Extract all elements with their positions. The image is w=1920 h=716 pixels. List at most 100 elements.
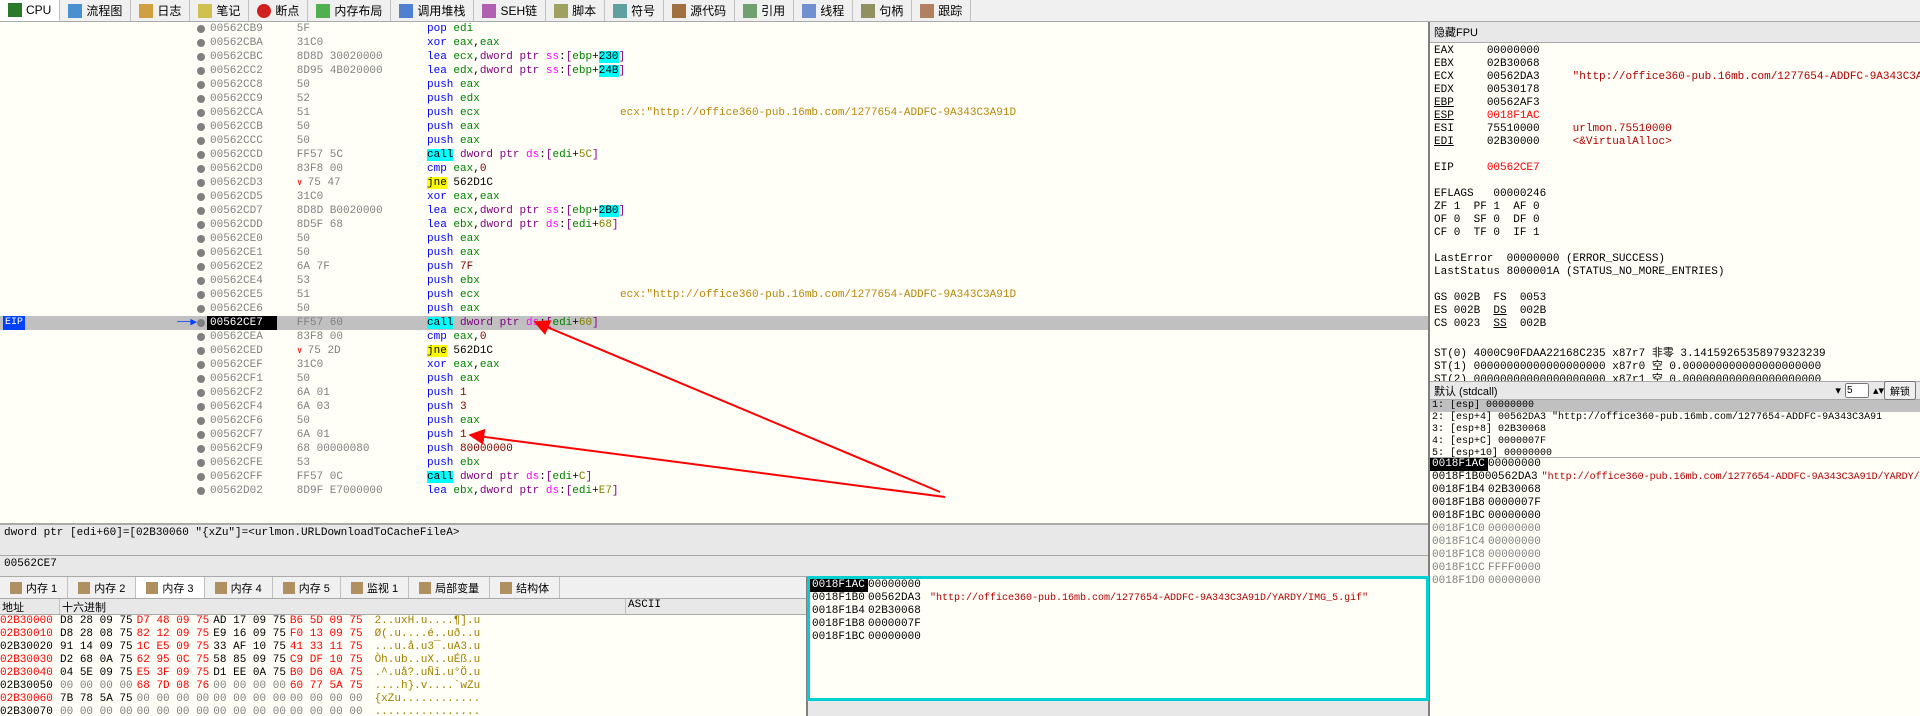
tab-flowchart[interactable]: 流程图 (60, 0, 131, 21)
stack-row[interactable]: 0018F1AC 00000000 (1430, 458, 1920, 471)
stack-row[interactable]: 0018F1C4 00000000 (1430, 536, 1920, 549)
unlock-button[interactable]: 解锁 (1884, 381, 1916, 400)
disasm-row[interactable]: 00562CF9 68 00000080 push 80000000 (0, 442, 1428, 456)
disasm-row[interactable]: 00562CFF FF57 0C call dword ptr ds:[edi+… (0, 470, 1428, 484)
tab-script[interactable]: 脚本 (546, 0, 605, 21)
breakpoint-dot[interactable] (197, 193, 205, 201)
stack-arg[interactable]: 5: [esp+10] 00000000 (1430, 448, 1920, 458)
stack-arg[interactable]: 3: [esp+8] 02B30068 (1430, 424, 1920, 436)
tab-notes[interactable]: 笔记 (190, 0, 249, 21)
disasm-row[interactable]: 00562CCC 50 push eax (0, 134, 1428, 148)
disassembly-panel[interactable]: 00562CB9 5F pop edi00562CBA 31C0 xor eax… (0, 22, 1428, 524)
breakpoint-dot[interactable] (197, 277, 205, 285)
tab-threads[interactable]: 线程 (794, 0, 853, 21)
tab-callstack[interactable]: 调用堆栈 (391, 0, 474, 21)
hex-row[interactable]: 02B3007000 00 00 0000 00 00 0000 00 00 0… (0, 706, 806, 716)
register-ebp[interactable]: EBP 00562AF3 (1434, 97, 1916, 110)
tab-cpu[interactable]: CPU (0, 0, 60, 21)
disasm-row[interactable]: 00562CB9 5F pop edi (0, 22, 1428, 36)
disasm-row[interactable]: 00562CE4 53 push ebx (0, 274, 1428, 288)
breakpoint-dot[interactable] (197, 235, 205, 243)
disasm-row[interactable]: 00562CF7 6A 01 push 1 (0, 428, 1428, 442)
disasm-row[interactable]: 00562D02 8D9F E7000000 lea ebx,dword ptr… (0, 484, 1428, 498)
disasm-row[interactable]: 00562CDD 8D5F 68 lea ebx,dword ptr ds:[e… (0, 218, 1428, 232)
disasm-row[interactable]: 00562CEF 31C0 xor eax,eax (0, 358, 1428, 372)
breakpoint-dot[interactable] (197, 165, 205, 173)
mem-tab-5[interactable]: 监视 1 (341, 577, 409, 598)
scrollbar[interactable] (808, 700, 1428, 716)
breakpoint-dot[interactable] (197, 53, 205, 61)
register-edi[interactable]: EDI 02B30000 <&VirtualAlloc> (1434, 136, 1916, 149)
mem-tab-2[interactable]: 内存 3 (136, 577, 204, 598)
breakpoint-dot[interactable] (197, 67, 205, 75)
disasm-row[interactable]: 00562CE1 50 push eax (0, 246, 1428, 260)
mem-tab-1[interactable]: 内存 2 (68, 577, 136, 598)
stack-row[interactable]: 0018F1C8 00000000 (1430, 549, 1920, 562)
registers-panel[interactable]: 隐藏FPU EAX 00000000EBX 02B30068ECX 00562D… (1430, 22, 1920, 382)
fpu-toggle[interactable]: 隐藏FPU (1430, 22, 1920, 43)
tab-trace[interactable]: 跟踪 (912, 0, 971, 21)
breakpoint-dot[interactable] (197, 403, 205, 411)
hex-row[interactable]: 02B3005000 00 00 0068 7D 08 7600 00 00 0… (0, 680, 806, 693)
disasm-row[interactable]: 00562CE6 50 push eax (0, 302, 1428, 316)
hex-dump[interactable]: 02B30000D8 28 09 75D7 48 09 75AD 17 09 7… (0, 615, 806, 716)
hex-row[interactable]: 02B30030D2 68 0A 7562 95 0C 7558 85 09 7… (0, 654, 806, 667)
tab-log[interactable]: 日志 (131, 0, 190, 21)
stack-arg[interactable]: 4: [esp+C] 0000007F (1430, 436, 1920, 448)
tab-memmap[interactable]: 内存布局 (308, 0, 391, 21)
register-eax[interactable]: EAX 00000000 (1434, 45, 1916, 58)
disasm-row[interactable]: 00562CBC 8D8D 30020000 lea ecx,dword ptr… (0, 50, 1428, 64)
disasm-row[interactable]: 00562CE2 6A 7F push 7F (0, 260, 1428, 274)
breakpoint-dot[interactable] (197, 39, 205, 47)
breakpoint-dot[interactable] (197, 417, 205, 425)
spinner-icon[interactable]: ▴▾ (1873, 384, 1884, 397)
tab-source[interactable]: 源代码 (664, 0, 735, 21)
breakpoint-dot[interactable] (197, 361, 205, 369)
hex-row[interactable]: 02B3004004 5E 09 75E5 3F 09 75D1 EE 0A 7… (0, 667, 806, 680)
breakpoint-dot[interactable] (197, 179, 205, 187)
breakpoint-dot[interactable] (197, 221, 205, 229)
hex-row[interactable]: 02B3002091 14 09 751C E5 09 7533 AF 10 7… (0, 641, 806, 654)
disasm-row[interactable]: 00562CBA 31C0 xor eax,eax (0, 36, 1428, 50)
breakpoint-dot[interactable] (197, 333, 205, 341)
stack-row[interactable]: 0018F1B4 02B30068 (1430, 484, 1920, 497)
breakpoint-dot[interactable] (197, 207, 205, 215)
breakpoint-dot[interactable] (197, 95, 205, 103)
hex-row[interactable]: 02B300607B 78 5A 7500 00 00 0000 00 00 0… (0, 693, 806, 706)
breakpoint-dot[interactable] (197, 123, 205, 131)
disasm-row[interactable]: 00562CCB 50 push eax (0, 120, 1428, 134)
breakpoint-dot[interactable] (197, 347, 205, 355)
disasm-row[interactable]: 00562CD7 8D8D B0020000 lea ecx,dword ptr… (0, 204, 1428, 218)
disasm-row[interactable]: 00562CED ∨ 75 2D jne 562D1C (0, 344, 1428, 358)
breakpoint-dot[interactable] (197, 291, 205, 299)
breakpoint-dot[interactable] (197, 305, 205, 313)
stack-row[interactable]: 0018F1B4 02B30068 (810, 605, 1426, 618)
register-ecx[interactable]: ECX 00562DA3 "http://office360-pub.16mb.… (1434, 71, 1916, 84)
disasm-row[interactable]: 00562CC8 50 push eax (0, 78, 1428, 92)
register-esi[interactable]: ESI 75510000 urlmon.75510000 (1434, 123, 1916, 136)
tab-symbols[interactable]: 符号 (605, 0, 664, 21)
register-esp[interactable]: ESP 0018F1AC (1434, 110, 1916, 123)
breakpoint-dot[interactable] (197, 81, 205, 89)
breakpoint-dot[interactable] (197, 151, 205, 159)
register-edx[interactable]: EDX 00530178 (1434, 84, 1916, 97)
mem-tab-0[interactable]: 内存 1 (0, 577, 68, 598)
breakpoint-dot[interactable] (197, 137, 205, 145)
disasm-row[interactable]: 00562CC9 52 push edx (0, 92, 1428, 106)
stack-row[interactable]: 0018F1CC FFFF0000 (1430, 562, 1920, 575)
stack-row[interactable]: 0018F1BC 00000000 (1430, 510, 1920, 523)
disasm-row[interactable]: 00562CC2 8D95 4B020000 lea edx,dword ptr… (0, 64, 1428, 78)
stack-args[interactable]: 1: [esp] 000000002: [esp+4] 00562DA3 "ht… (1430, 400, 1920, 458)
mem-tab-4[interactable]: 内存 5 (273, 577, 341, 598)
breakpoint-dot[interactable] (197, 249, 205, 257)
stack-row[interactable]: 0018F1BC 00000000 (810, 631, 1426, 644)
disasm-row[interactable]: 00562CD3 ∨ 75 47 jne 562D1C (0, 176, 1428, 190)
stack-row[interactable]: 0018F1B8 0000007F (1430, 497, 1920, 510)
disasm-row[interactable]: 00562CF1 50 push eax (0, 372, 1428, 386)
disasm-row[interactable]: 00562CE5 51 push ecxecx:"http://office36… (0, 288, 1428, 302)
stack-row[interactable]: 0018F1B8 0000007F (810, 618, 1426, 631)
stack-row[interactable]: 0018F1C0 00000000 (1430, 523, 1920, 536)
breakpoint-dot[interactable] (197, 459, 205, 467)
hex-row[interactable]: 02B30010D8 28 08 7582 12 09 75E9 16 09 7… (0, 628, 806, 641)
disasm-row[interactable]: 00562CFE 53 push ebx (0, 456, 1428, 470)
